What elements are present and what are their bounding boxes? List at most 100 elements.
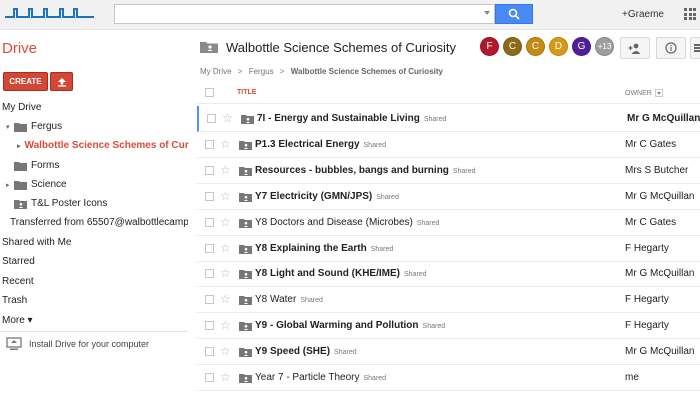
tree-item-walbottle-science[interactable]: ▸ Walbottle Science Schemes of Curiosity <box>17 140 189 151</box>
nav-more[interactable]: More ▾ <box>2 315 33 326</box>
star-icon[interactable]: ☆ <box>220 189 231 203</box>
user-name-link[interactable]: +Graeme <box>622 9 664 20</box>
avatar[interactable]: C <box>503 37 522 56</box>
row-checkbox[interactable] <box>205 269 214 279</box>
row-checkbox[interactable] <box>205 295 214 305</box>
tree-item-tl-poster-icons[interactable]: T&L Poster Icons <box>6 198 194 209</box>
row-checkbox[interactable] <box>205 139 214 149</box>
star-icon[interactable]: ☆ <box>220 163 231 177</box>
more-users-badge[interactable]: +13 <box>595 37 614 56</box>
file-owner: Mr G McQuillan <box>625 268 695 280</box>
table-row[interactable]: ☆ Resources - bubbles, bangs and burning S… <box>197 158 700 184</box>
search-input[interactable] <box>115 5 475 23</box>
file-owner: Mr C Gates <box>625 138 677 150</box>
tree-item-fergus[interactable]: ▾ Fergus <box>6 121 194 132</box>
avatar[interactable]: C <box>526 37 545 56</box>
tree-item-forms[interactable]: Forms <box>6 160 194 171</box>
view-toggle-button[interactable] <box>690 37 700 59</box>
apps-grid-icon[interactable] <box>684 8 696 20</box>
breadcrumb-item[interactable]: My Drive <box>200 67 232 76</box>
install-drive-link[interactable]: Install Drive for your computer <box>6 337 149 351</box>
nav-recent[interactable]: Recent <box>2 276 34 287</box>
row-checkbox[interactable] <box>205 347 214 357</box>
search-box[interactable] <box>114 4 495 24</box>
file-name[interactable]: Y9 - Global Warming and Pollution Shared <box>255 320 445 331</box>
row-checkbox[interactable] <box>205 321 214 331</box>
avatar[interactable]: G <box>572 37 591 56</box>
file-name[interactable]: Y9 Speed (SHE) Shared <box>255 346 357 357</box>
search-options-caret-icon[interactable] <box>484 11 490 15</box>
file-owner: Mr G McQuillan <box>627 113 700 124</box>
drive-title[interactable]: Drive <box>2 40 37 57</box>
table-row[interactable]: ☆ Y8 Light and Sound (KHE/IME) Shared Mr G … <box>197 261 700 288</box>
share-button[interactable] <box>620 37 650 59</box>
search-icon <box>508 8 520 20</box>
table-row[interactable]: ☆ Year 7 - Particle Theory Shared me <box>197 365 700 391</box>
shared-folder-icon <box>239 322 252 332</box>
star-icon[interactable]: ☆ <box>220 241 231 255</box>
table-row[interactable]: ☆ Y8 Water Shared F Hegarty <box>197 287 700 314</box>
breadcrumb-current: Walbottle Science Schemes of Curiosity <box>290 67 443 76</box>
breadcrumb-item[interactable]: Fergus <box>249 67 274 76</box>
details-button[interactable] <box>656 37 686 59</box>
shared-folder-icon <box>239 140 252 150</box>
shared-folder-icon <box>239 374 252 383</box>
row-checkbox[interactable] <box>205 243 214 253</box>
file-name[interactable]: P1.3 Electrical Energy Shared <box>255 139 386 150</box>
nav-trash[interactable]: Trash <box>2 295 27 306</box>
file-name[interactable]: Y8 Doctors and Disease (Microbes) Shared <box>255 217 439 228</box>
expand-arrow-icon[interactable]: ▸ <box>6 181 14 189</box>
search-button[interactable] <box>495 4 533 24</box>
star-icon[interactable]: ☆ <box>220 292 231 306</box>
upload-button[interactable] <box>50 72 73 91</box>
sidebar-divider <box>0 331 188 332</box>
avatar[interactable]: F <box>480 37 499 56</box>
file-owner: Mr C Gates <box>625 216 677 228</box>
shared-folder-icon <box>200 42 218 53</box>
file-name[interactable]: Y8 Light and Sound (KHE/IME) Shared <box>255 268 427 279</box>
table-row[interactable]: ☆ 7I - Energy and Sustainable Living Share… <box>197 106 700 132</box>
row-checkbox[interactable] <box>207 114 216 123</box>
table-row[interactable]: ☆ Y7 Electricity (GMN/JPS) Shared Mr G McQu… <box>197 184 700 210</box>
file-name[interactable]: Resources - bubbles, bangs and burning Sh… <box>255 165 476 176</box>
star-icon[interactable]: ☆ <box>220 266 231 280</box>
sort-dropdown-icon[interactable] <box>654 89 663 97</box>
avatar[interactable]: D <box>549 37 568 56</box>
nav-starred[interactable]: Starred <box>2 256 35 267</box>
nav-shared-with-me[interactable]: Shared with Me <box>2 237 71 248</box>
table-row[interactable]: ☆ Y8 Doctors and Disease (Microbes) Shared… <box>197 210 700 236</box>
select-all-checkbox[interactable] <box>205 88 214 97</box>
tree-item-label: T&L Poster Icons <box>31 198 108 209</box>
star-icon[interactable]: ☆ <box>220 370 231 384</box>
tree-item-science[interactable]: ▸ Science <box>6 179 194 190</box>
file-name[interactable]: Year 7 - Particle Theory Shared <box>255 372 386 383</box>
row-checkbox[interactable] <box>205 373 214 382</box>
file-name[interactable]: 7I - Energy and Sustainable Living Shared <box>257 113 446 124</box>
star-icon[interactable]: ☆ <box>220 318 231 332</box>
file-owner: F Hegarty <box>625 294 669 306</box>
table-row[interactable]: ☆ P1.3 Electrical Energy Shared Mr C Gates <box>197 132 700 158</box>
school-logo[interactable] <box>4 6 96 20</box>
column-owner-header[interactable]: OWNER <box>625 89 663 97</box>
file-name[interactable]: Y7 Electricity (GMN/JPS) Shared <box>255 191 399 202</box>
file-name[interactable]: Y8 Explaining the Earth Shared <box>255 243 393 254</box>
row-checkbox[interactable] <box>205 191 214 201</box>
row-checkbox[interactable] <box>205 165 214 175</box>
table-row[interactable]: ☆ Y8 Explaining the Earth Shared F Hegarty <box>197 236 700 262</box>
column-title-header[interactable]: TITLE <box>237 89 256 96</box>
star-icon[interactable]: ☆ <box>220 344 231 358</box>
table-row[interactable]: ☆ Y9 - Global Warming and Pollution Shared… <box>197 313 700 340</box>
nav-my-drive[interactable]: My Drive <box>2 102 41 113</box>
tree-item-transferred[interactable]: Transferred from 65507@walbottlecampus.n… <box>6 217 188 228</box>
file-name[interactable]: Y8 Water Shared <box>255 294 323 305</box>
shared-tag: Shared <box>370 245 394 253</box>
expand-arrow-icon[interactable]: ▾ <box>6 123 14 131</box>
star-icon[interactable]: ☆ <box>222 111 233 125</box>
table-row[interactable]: ☆ Y9 Speed (SHE) Shared Mr G McQuillan <box>197 339 700 366</box>
create-button[interactable]: CREATE <box>3 72 48 91</box>
star-icon[interactable]: ☆ <box>220 215 231 229</box>
folder-icon <box>14 180 27 190</box>
star-icon[interactable]: ☆ <box>220 137 231 151</box>
expand-arrow-icon[interactable]: ▸ <box>17 142 21 150</box>
row-checkbox[interactable] <box>205 217 214 227</box>
